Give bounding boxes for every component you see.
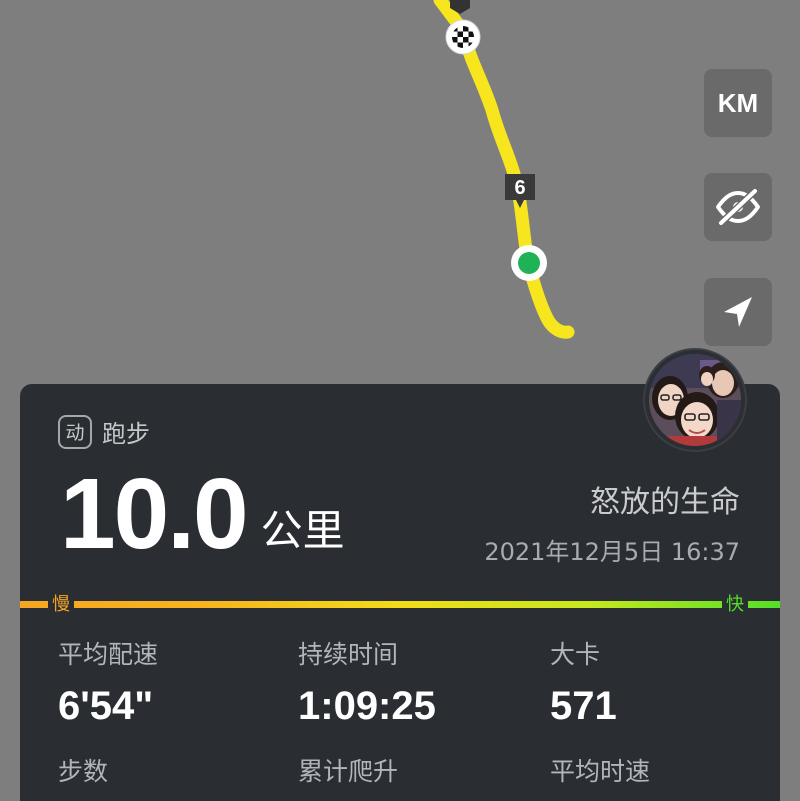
avatar[interactable] bbox=[645, 350, 745, 450]
distance-value: 10.0 bbox=[60, 458, 249, 570]
hide-route-button[interactable] bbox=[704, 173, 772, 241]
eye-slash-icon bbox=[716, 188, 760, 226]
run-summary-screen: 6 KM 动 跑步 10.0 公里 怒放的生命 2021年12月5日 16:37… bbox=[0, 0, 800, 801]
stat-label: 累计爬升 bbox=[298, 757, 399, 786]
stat-label: 平均时速 bbox=[550, 757, 651, 786]
start-point-icon bbox=[511, 245, 547, 281]
pace-fast-label: 快 bbox=[722, 592, 748, 618]
pace-slow-label: 慢 bbox=[48, 592, 74, 618]
avatar-photo bbox=[645, 350, 745, 450]
stat-value: 571 bbox=[550, 684, 617, 728]
stat-label: 持续时间 bbox=[298, 640, 399, 669]
activity-icon: 动 bbox=[58, 414, 92, 449]
navigation-arrow-icon bbox=[724, 297, 752, 327]
locate-button[interactable] bbox=[704, 278, 772, 346]
user-name[interactable]: 怒放的生命 bbox=[590, 477, 740, 521]
distance: 10.0 公里 bbox=[60, 464, 345, 564]
stat-elevation-gain: 累计爬升 bbox=[298, 757, 538, 801]
pace-legend: 慢 快 bbox=[20, 592, 780, 618]
stat-label: 平均配速 bbox=[58, 640, 159, 669]
activity-datetime: 2021年12月5日 16:37 bbox=[484, 538, 740, 566]
activity-label: 跑步 bbox=[102, 420, 150, 448]
stat-avg-speed: 平均时速 bbox=[550, 757, 790, 801]
km-marker-label: 6 bbox=[514, 177, 526, 199]
stat-value: 6'54" bbox=[58, 684, 154, 728]
activity-type: 动 跑步 bbox=[58, 414, 150, 449]
stat-calories: 大卡 571 bbox=[550, 640, 790, 728]
stat-avg-pace: 平均配速 6'54" bbox=[58, 640, 298, 728]
stat-steps: 步数 bbox=[58, 757, 298, 801]
stat-label: 步数 bbox=[58, 757, 109, 786]
stat-value: 1:09:25 bbox=[298, 684, 436, 728]
checkpoint-flag-icon bbox=[445, 19, 481, 55]
stat-duration: 持续时间 1:09:25 bbox=[298, 640, 538, 728]
unit-toggle-button[interactable]: KM bbox=[704, 69, 772, 137]
pace-gradient bbox=[20, 601, 780, 608]
stat-label: 大卡 bbox=[550, 640, 601, 669]
summary-card: 动 跑步 10.0 公里 怒放的生命 2021年12月5日 16:37 慢 快 … bbox=[20, 384, 780, 801]
distance-unit: 公里 bbox=[260, 506, 345, 555]
